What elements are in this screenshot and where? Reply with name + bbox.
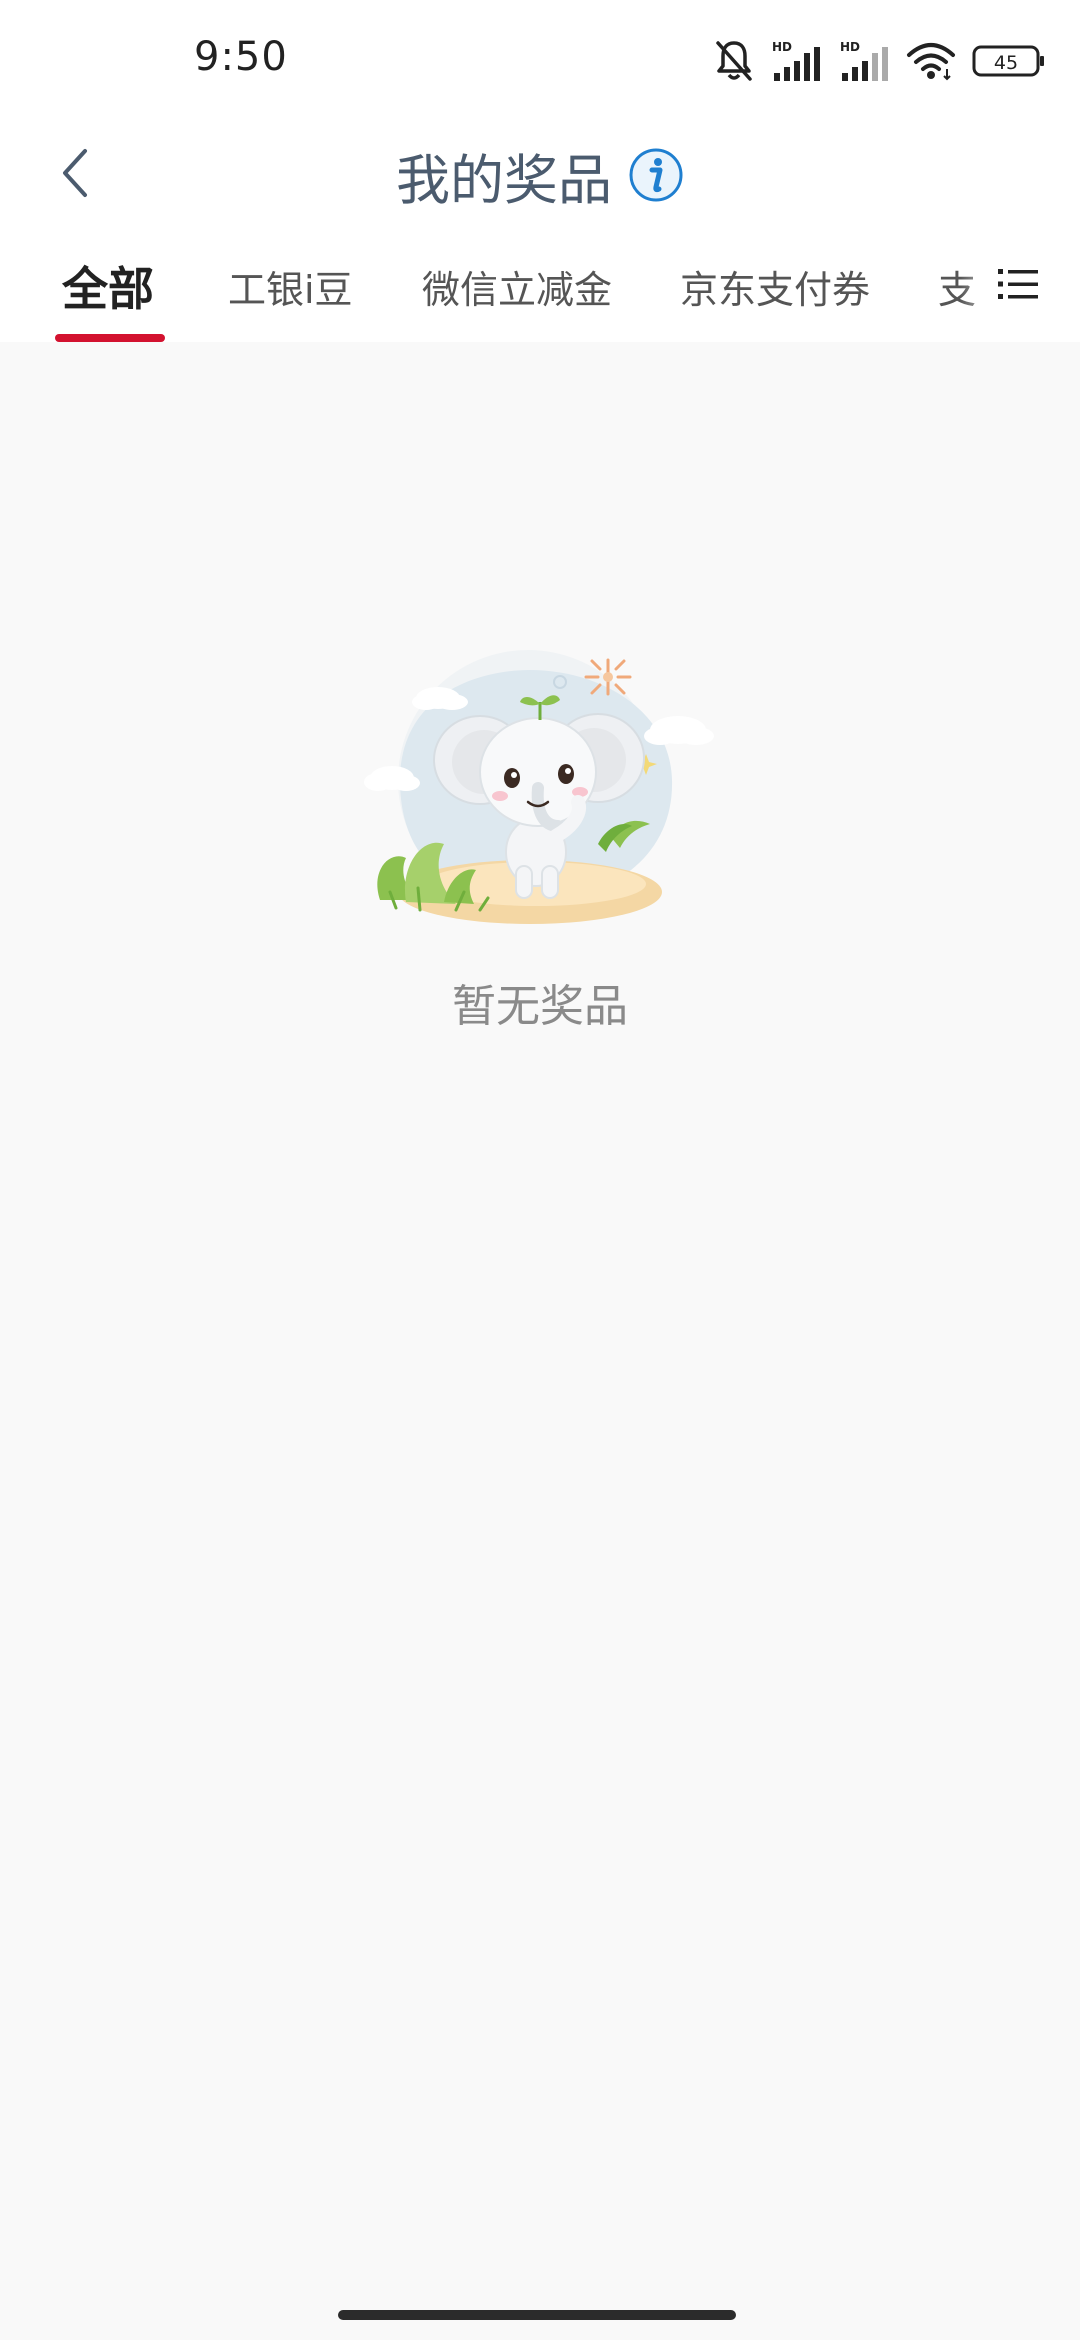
tab-all[interactable]: 全部: [62, 254, 154, 318]
signal-hd-icon: HD: [770, 39, 822, 83]
tab-wechat-discount[interactable]: 微信立减金: [422, 254, 612, 318]
battery-icon: 45: [972, 44, 1046, 78]
page-title-wrap: 我的奖品: [0, 120, 1080, 230]
empty-state-text: 暂无奖品: [452, 981, 628, 1032]
list-menu-icon: [998, 266, 1038, 306]
tab-jd-pay-coupon[interactable]: 京东支付券: [680, 254, 870, 318]
elephant-mascot-illustration: [360, 650, 720, 944]
info-icon[interactable]: [628, 147, 684, 203]
active-tab-indicator: [55, 334, 165, 342]
signal-hd-icon: HD: [838, 39, 890, 83]
header: 我的奖品: [0, 120, 1080, 230]
category-tabs: 全部 工银i豆 微信立减金 京东支付券 支: [0, 230, 1080, 342]
tab-menu-button[interactable]: [986, 254, 1050, 318]
wifi-icon: [906, 41, 956, 81]
home-indicator[interactable]: [338, 2310, 736, 2320]
empty-illustration: [360, 630, 720, 940]
status-bar: 9:50 HD HD 45: [0, 0, 1080, 120]
tab-icbc-beans[interactable]: 工银i豆: [228, 254, 353, 318]
status-icons: HD HD 45: [714, 36, 1046, 86]
signal-1-label: HD: [772, 40, 792, 54]
status-time: 9:50: [194, 34, 288, 80]
page-title: 我的奖品: [396, 148, 612, 212]
bell-muted-icon: [714, 39, 754, 83]
battery-level: 45: [994, 52, 1018, 74]
signal-2-label: HD: [840, 40, 860, 54]
